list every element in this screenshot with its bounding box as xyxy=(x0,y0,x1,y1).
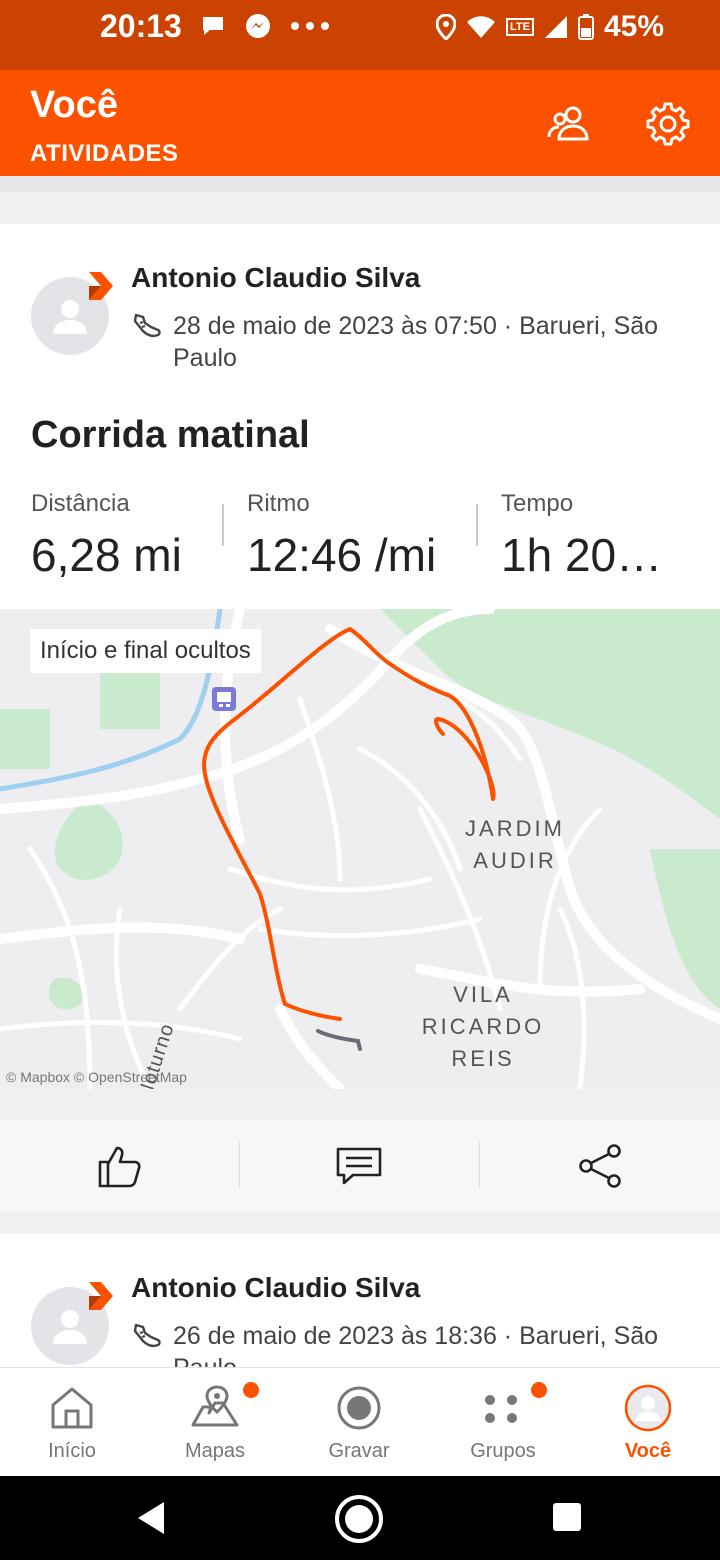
comment-icon xyxy=(336,1147,382,1185)
nav-item-groups[interactable]: Grupos xyxy=(431,1368,575,1477)
nav-label: Gravar xyxy=(328,1440,390,1462)
stat-value: 12:46 /mi xyxy=(247,529,437,581)
app-header: Você ATIVIDADES xyxy=(0,70,720,176)
signal-icon xyxy=(544,16,567,38)
nav-label: Você xyxy=(624,1440,672,1462)
home-system-button[interactable] xyxy=(334,1494,384,1544)
chat-bubble-icon xyxy=(203,17,223,35)
map-attribution[interactable]: © Mapbox © OpenStreetMap xyxy=(6,1069,187,1085)
map-place-label: VILA RICARDO REIS xyxy=(421,982,545,1071)
system-navigation xyxy=(0,1476,720,1560)
status-time: 20:13 xyxy=(100,8,182,44)
lte-badge: LTE xyxy=(505,18,534,36)
nav-item-record[interactable]: Gravar xyxy=(287,1368,431,1477)
activity-map[interactable]: Início e final ocultos JARDIM AUDIR VILA… xyxy=(0,609,720,1089)
stat-time: Tempo 1h 20… xyxy=(501,490,662,582)
share-button[interactable] xyxy=(572,1140,628,1192)
hidden-endpoints-tag: Início e final ocultos xyxy=(30,629,261,673)
activity-meta: 28 de maio de 2023 às 07:50 · Barueri, S… xyxy=(173,312,659,372)
nav-label: Início xyxy=(48,1440,96,1462)
nav-item-home[interactable]: Início xyxy=(0,1368,144,1477)
subscriber-badge-icon xyxy=(89,1282,113,1310)
record-icon xyxy=(337,1386,381,1430)
nav-item-maps[interactable]: Mapas xyxy=(143,1368,287,1477)
groups-icon xyxy=(485,1395,517,1423)
kudos-button[interactable] xyxy=(92,1140,148,1192)
athlete-name[interactable]: Antonio Claudio Silva xyxy=(131,1272,420,1304)
stat-label: Distância xyxy=(31,490,130,517)
activity-meta: 26 de maio de 2023 às 18:36 · Barueri, S… xyxy=(173,1322,659,1367)
stat-value: 1h 20… xyxy=(501,529,663,581)
activity-actions xyxy=(0,1120,720,1212)
comment-button[interactable] xyxy=(331,1140,387,1192)
subscriber-badge-icon xyxy=(89,272,113,300)
stat-pace: Ritmo 12:46 /mi xyxy=(247,490,436,582)
back-icon xyxy=(138,1502,164,1534)
messenger-icon xyxy=(246,14,270,38)
home-icon xyxy=(51,1387,93,1429)
gear-icon xyxy=(646,102,690,146)
bottom-navigation: Início Mapas Gravar Grupos Você xyxy=(0,1367,720,1476)
activity-title[interactable]: Corrida matinal xyxy=(31,414,310,457)
previous-map-strip xyxy=(0,176,720,192)
page-title: Você xyxy=(30,84,119,126)
divider xyxy=(222,504,224,546)
run-shoe-icon xyxy=(133,1323,161,1348)
divider xyxy=(476,504,478,546)
stat-distance: Distância 6,28 mi xyxy=(31,490,182,582)
user-placeholder-icon xyxy=(53,1310,87,1344)
nav-label: Mapas xyxy=(184,1440,246,1462)
map-place-label: JARDIM AUDIR xyxy=(465,816,565,873)
share-icon xyxy=(579,1144,621,1188)
battery-icon xyxy=(577,14,594,40)
more-notifications-icon xyxy=(291,22,329,30)
activity-card[interactable]: Antonio Claudio Silva 26 de maio de 2023… xyxy=(0,1234,720,1367)
page-subtitle: ATIVIDADES xyxy=(30,140,179,167)
recents-icon xyxy=(553,1503,581,1531)
stat-value: 6,28 mi xyxy=(31,529,182,581)
nav-label: Grupos xyxy=(470,1440,536,1462)
people-icon xyxy=(547,106,589,141)
stat-label: Ritmo xyxy=(247,490,310,517)
back-button[interactable] xyxy=(132,1498,172,1538)
settings-button[interactable] xyxy=(640,96,696,152)
run-shoe-icon xyxy=(133,313,161,338)
nav-item-you[interactable]: Você xyxy=(576,1368,720,1477)
notification-dot xyxy=(243,1382,259,1398)
stat-label: Tempo xyxy=(501,490,574,517)
map-background xyxy=(0,609,720,1089)
map-icon xyxy=(191,1385,239,1427)
recents-button[interactable] xyxy=(550,1500,584,1534)
status-bar: 20:13 LTE 45% xyxy=(0,0,720,70)
transit-marker xyxy=(212,687,236,711)
home-circle-icon xyxy=(335,1495,383,1543)
notification-dot xyxy=(531,1382,547,1398)
location-icon xyxy=(435,14,456,40)
profile-icon xyxy=(624,1384,672,1432)
thumbs-up-icon xyxy=(98,1146,141,1188)
find-friends-button[interactable] xyxy=(542,96,598,152)
wifi-icon xyxy=(466,16,495,38)
athlete-name[interactable]: Antonio Claudio Silva xyxy=(131,262,420,294)
user-placeholder-icon xyxy=(53,300,87,334)
battery-percent: 45% xyxy=(603,10,664,43)
